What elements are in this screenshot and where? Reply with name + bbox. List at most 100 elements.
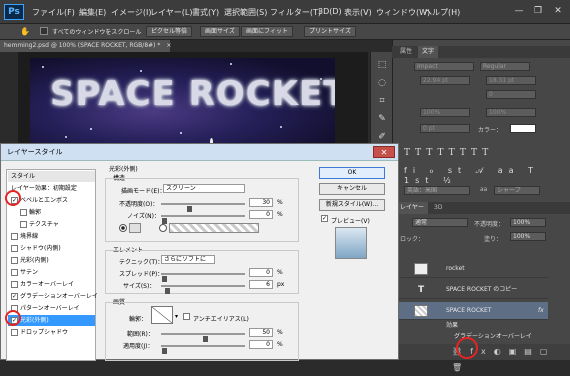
range-slider[interactable] [161,333,245,342]
tracking-field[interactable]: 0 [486,90,536,99]
style-item-outer-glow[interactable]: ✓ 光彩(外側) [8,315,95,326]
text-color-swatch[interactable] [510,124,536,133]
style-item-texture[interactable]: テクスチャ [8,219,95,230]
ok-button[interactable]: OK [319,167,385,179]
new-style-button[interactable]: 新規スタイル(W)... [319,199,385,211]
antialias-select[interactable]: シャープ [494,186,540,195]
document-tab-close-icon[interactable]: × [166,42,171,49]
menu-image[interactable]: イメージ(I) [111,7,151,18]
style-item-drop-shadow[interactable]: ドロップシャドウ [8,327,95,338]
hand-tool-icon[interactable]: ✋ [20,27,30,36]
range-slider-thumb[interactable] [203,336,208,342]
noise-slider[interactable] [161,215,245,224]
text-style-buttons[interactable]: TTTTTTTT [404,148,554,160]
style-item-contour[interactable]: 輪郭 [8,207,95,218]
style-item-color-overlay[interactable]: カラーオーバーレイ [8,279,95,290]
size-slider-thumb[interactable] [165,288,171,294]
inner-shadow-checkbox[interactable] [11,245,18,252]
drop-shadow-checkbox[interactable] [11,329,18,336]
menu-3d[interactable]: 3D(D) [318,7,342,16]
style-item[interactable]: レイヤー効果：初期設定 [8,183,95,194]
tab-properties[interactable]: 属性 [396,46,416,58]
tab-character[interactable]: 文字 [418,46,439,58]
style-item-bevel-emboss[interactable]: ✓ ベベルとエンボス [8,195,95,206]
style-item-gradient-overlay[interactable]: ✓ グラデーションオーバーレイ [8,291,98,302]
inner-glow-checkbox[interactable] [11,257,18,264]
jitter-slider-thumb[interactable] [162,348,167,354]
technique-select[interactable]: さらにソフトに [161,255,215,264]
eyedropper-tool-icon[interactable]: ✎ [375,112,389,126]
tab-3d[interactable]: 3D [430,202,446,214]
menu-help[interactable]: ヘルプ(H) [424,7,460,18]
language-select[interactable]: 英語：米国 [404,186,470,195]
contour-picker[interactable] [151,306,173,324]
size-input[interactable]: 6 [249,280,273,289]
contour-checkbox[interactable] [20,209,27,216]
glow-gradient-picker[interactable] [169,223,259,233]
menu-filter[interactable]: フィルター(T) [270,7,321,18]
close-icon[interactable]: ✕ [549,4,567,18]
color-radio[interactable] [119,224,127,232]
document-tab[interactable]: hemming2.psd @ 100% (SPACE ROCKET, RGB/8… [0,40,171,52]
layer-row[interactable]: rocket [392,260,548,278]
layer-effects-fx-icon[interactable]: fx [538,302,544,320]
layer-row[interactable]: T SPACE ROCKET のコピー [392,281,548,299]
stroke-checkbox[interactable] [11,233,18,240]
leading-field[interactable]: 18.31 pt [486,76,536,85]
layer-row-selected[interactable]: SPACE ROCKET fx [392,302,548,320]
marquee-tool-icon[interactable]: ⬚ [375,58,389,72]
style-item-stroke[interactable]: 境界線 [8,231,95,242]
glow-color-swatch[interactable] [129,223,141,233]
opentype-buttons[interactable]: fi ℴ st 𝒜 aa T 1st ½ [404,166,554,185]
noise-input[interactable]: 0 [249,210,273,219]
spread-input[interactable]: 0 [249,268,273,277]
range-input[interactable]: 50 [249,328,273,337]
font-family-select[interactable]: Impact [414,62,474,71]
opacity-slider[interactable] [161,203,245,212]
font-style-select[interactable]: Regular [480,62,530,71]
jitter-input[interactable]: 0 [249,340,273,349]
menu-type[interactable]: 書式(Y) [192,7,219,18]
jitter-slider[interactable] [161,345,245,354]
style-item-inner-glow[interactable]: 光彩(内側) [8,255,95,266]
fit-screen-button[interactable]: 画面サイズ [200,26,240,37]
style-item-satin[interactable]: サテン [8,267,95,278]
lasso-tool-icon[interactable]: ◌ [375,76,389,90]
preview-checkbox[interactable]: ✓ [321,215,328,222]
layer-fill-field[interactable]: 100% [510,232,546,241]
spread-slider[interactable] [161,273,245,282]
opacity-input[interactable]: 30 [249,198,273,207]
gradient-radio[interactable] [159,224,167,232]
styles-header[interactable]: スタイル [8,171,95,182]
menu-view[interactable]: 表示(V) [344,7,372,18]
tab-layers[interactable]: レイヤー [396,202,428,214]
opacity-slider-thumb[interactable] [186,206,192,212]
cancel-button[interactable]: キャンセル [319,183,385,195]
style-item-inner-shadow[interactable]: シャドウ(内側) [8,243,95,254]
crop-tool-icon[interactable]: ⌗ [375,94,389,108]
contour-dropdown-icon[interactable]: ▾ [175,313,178,320]
color-overlay-checkbox[interactable] [11,281,18,288]
menu-file[interactable]: ファイル(F) [32,7,75,18]
gradient-overlay-checkbox[interactable]: ✓ [11,293,18,300]
layer-blend-mode-select[interactable]: 通常 [412,218,468,227]
spread-slider-thumb[interactable] [162,276,167,282]
menu-edit[interactable]: 編集(E) [79,7,106,18]
print-size-button[interactable]: プリントサイズ [304,26,356,37]
dialog-close-button[interactable]: ✕ [373,146,395,158]
minimize-icon[interactable]: — [510,4,528,18]
blend-mode-select[interactable]: スクリーン [163,184,245,193]
size-slider[interactable] [161,285,245,294]
menu-select[interactable]: 選択範囲(S) [224,7,267,18]
antialias-checkbox[interactable] [183,313,190,320]
font-size-field[interactable]: 22.94 pt [420,76,470,85]
horizontal-scale-field[interactable]: 100% [486,108,536,117]
menu-layer[interactable]: レイヤー(L) [150,7,192,18]
menu-window[interactable]: ウィンドウ(W) [376,7,430,18]
style-item-pattern-overlay[interactable]: パターンオーバーレイ [8,303,95,314]
satin-checkbox[interactable] [11,269,18,276]
fill-screen-button[interactable]: 画面にフィット [241,26,293,37]
vertical-scale-field[interactable]: 100% [420,108,470,117]
actual-pixels-button[interactable]: ピクセル等倍 [146,26,193,37]
baseline-shift-field[interactable]: 0 pt [420,124,470,133]
